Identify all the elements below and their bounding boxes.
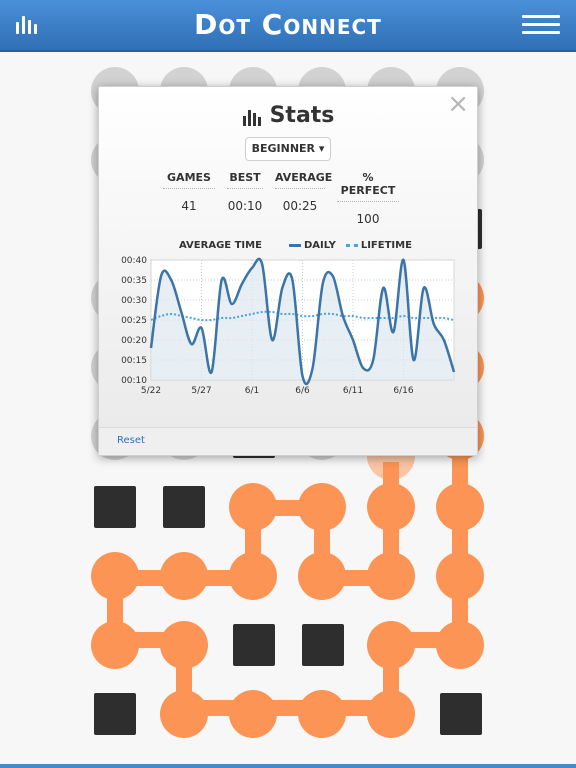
stat-label: GAMES xyxy=(163,171,215,189)
path-dot[interactable] xyxy=(229,483,277,531)
x-tick-label: 6/11 xyxy=(343,386,363,396)
x-tick-label: 6/6 xyxy=(295,386,310,396)
y-tick-label: 00:35 xyxy=(121,276,147,286)
board-block xyxy=(302,624,344,666)
y-tick-label: 00:15 xyxy=(121,356,147,366)
x-tick-label: 6/16 xyxy=(393,386,413,396)
board-block xyxy=(233,624,275,666)
path-dot[interactable] xyxy=(367,483,415,531)
y-tick-label: 00:25 xyxy=(121,316,147,326)
y-tick-label: 00:40 xyxy=(121,256,147,266)
hamburger-menu-icon[interactable] xyxy=(522,15,560,37)
stat-value: 00:10 xyxy=(227,199,263,213)
path-dot[interactable] xyxy=(298,690,346,738)
stat-value: 00:25 xyxy=(282,199,318,213)
bottom-bar xyxy=(0,764,576,768)
y-tick-label: 00:30 xyxy=(121,296,147,306)
stats-bars-icon xyxy=(242,106,264,126)
stat-label: AVERAGE xyxy=(275,171,332,189)
stat-value: 100 xyxy=(356,212,380,226)
stat-label: BEST xyxy=(227,171,263,189)
legend-lifetime: LIFETIME xyxy=(345,240,412,251)
path-dot[interactable] xyxy=(367,552,415,600)
path-link xyxy=(184,700,394,716)
app-header: Dot Connect xyxy=(0,0,576,52)
board-block xyxy=(94,486,136,528)
chart-legend: DAILY LIFETIME xyxy=(289,240,412,251)
stat-games: GAMES 41 xyxy=(163,171,215,226)
x-tick-label: 6/1 xyxy=(245,386,259,396)
average-time-chart: 00:10 00:15 00:20 00:25 00:30 00:35 00:40 5/22 5… xyxy=(121,256,456,396)
path-dot[interactable] xyxy=(160,621,208,669)
path-dot[interactable] xyxy=(436,552,484,600)
dialog-footer: Reset xyxy=(99,427,477,455)
path-dot[interactable] xyxy=(91,552,139,600)
stats-summary: GAMES 41 BEST 00:10 AVERAGE 00:25 % PERF… xyxy=(163,171,411,226)
board-block xyxy=(163,486,205,528)
chart-title: AVERAGE TIME xyxy=(179,240,262,251)
stat-perfect: % PERFECT 100 xyxy=(337,171,399,226)
stat-average: AVERAGE 00:25 xyxy=(275,171,332,226)
x-tick-label: 5/22 xyxy=(141,386,161,396)
path-dot[interactable] xyxy=(367,621,415,669)
path-dot[interactable] xyxy=(298,483,346,531)
path-dot[interactable] xyxy=(436,483,484,531)
stats-title-text: Stats xyxy=(269,103,335,128)
x-tick-label: 5/27 xyxy=(191,386,211,396)
reset-link[interactable]: Reset xyxy=(117,435,145,446)
path-dot[interactable] xyxy=(229,552,277,600)
board-block xyxy=(440,693,482,735)
path-dot[interactable] xyxy=(160,690,208,738)
path-dot[interactable] xyxy=(298,552,346,600)
y-tick-label: 00:10 xyxy=(121,376,147,386)
stat-best: BEST 00:10 xyxy=(227,171,263,226)
stat-label: % PERFECT xyxy=(337,171,399,202)
stats-title: Stats xyxy=(242,103,335,128)
stat-value: 41 xyxy=(181,199,197,213)
board-block xyxy=(94,693,136,735)
path-dot[interactable] xyxy=(91,621,139,669)
legend-daily: DAILY xyxy=(289,240,336,251)
stats-dialog: × Stats BEGINNER ▾ GAMES 41 BEST 00:10 A… xyxy=(98,86,478,456)
path-dot[interactable] xyxy=(229,690,277,738)
y-tick-label: 00:20 xyxy=(121,336,147,346)
app-title: Dot Connect xyxy=(194,8,382,41)
path-dot[interactable] xyxy=(160,552,208,600)
path-dot[interactable] xyxy=(367,690,415,738)
path-link xyxy=(452,438,468,638)
level-select[interactable]: BEGINNER ▾ xyxy=(245,137,331,161)
path-dot[interactable] xyxy=(436,621,484,669)
